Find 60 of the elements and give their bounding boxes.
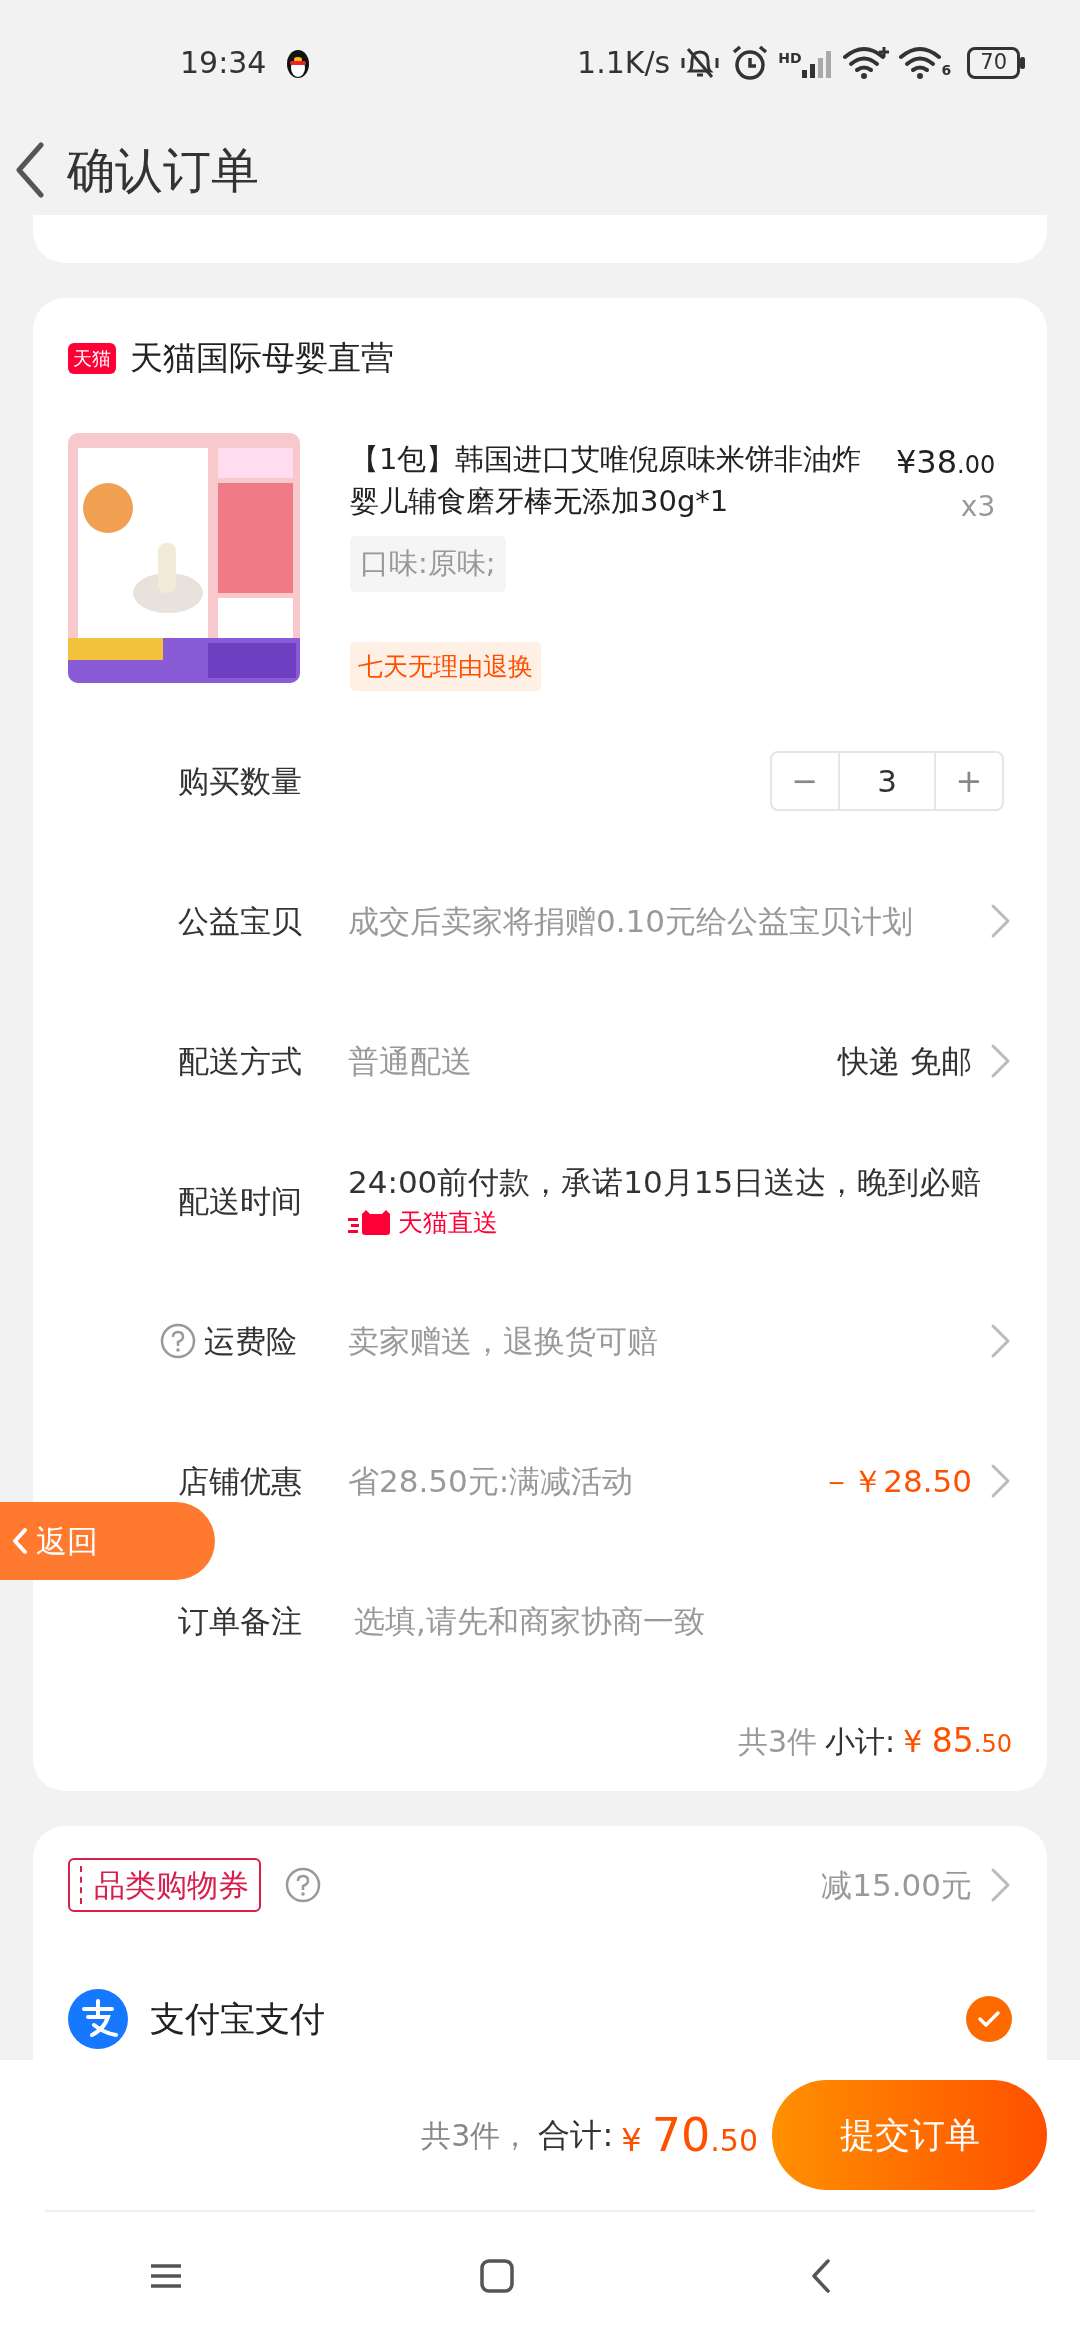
checked-icon[interactable] — [966, 1996, 1012, 2042]
row-value: 普通配送 — [348, 1042, 473, 1081]
row-label: 运费险 — [204, 1321, 297, 1361]
row-value: 成交后卖家将捐赠0.10元给公益宝贝计划 — [348, 902, 915, 941]
page-title: 确认订单 — [67, 141, 259, 200]
alipay-logo-icon — [68, 1989, 128, 2049]
submit-order-button[interactable]: 提交订单 — [772, 2080, 1047, 2190]
row-label: 公益宝贝 — [178, 901, 302, 941]
signal-label: HD — [778, 48, 802, 68]
item-count: 共3件， — [421, 2116, 531, 2155]
discount-amount: －￥28.50 — [821, 1461, 972, 1501]
chevron-right-icon[interactable] — [990, 1463, 1012, 1499]
service-tag: 七天无理由退换 — [350, 641, 541, 691]
chevron-right-icon[interactable] — [990, 903, 1012, 939]
quantity-value: 3 — [838, 753, 936, 809]
delivery-promise: 24:00前付款，承诺10月15日送达，晚到必赔 — [348, 1163, 982, 1203]
shop-name: 天猫国际母婴直营 — [130, 337, 394, 380]
total-label: 合计: — [538, 2115, 614, 2156]
minus-button[interactable]: − — [772, 753, 838, 809]
network-speed: 1.1K/s — [577, 44, 671, 82]
row-label: 订单备注 — [178, 1601, 302, 1641]
help-icon[interactable] — [285, 1867, 321, 1903]
note-field[interactable]: 选填,请先和商家协商一致 — [348, 1597, 1012, 1645]
row-value: 卖家赠送，退换货可赔 — [348, 1322, 659, 1361]
battery-tip-icon — [1020, 56, 1025, 69]
row-label: 配送时间 — [178, 1181, 302, 1221]
shipping-fee: 快递 免邮 — [838, 1041, 972, 1081]
wifi-icon — [897, 44, 942, 81]
row-value: 省28.50元:满减活动 — [348, 1462, 635, 1501]
product-title: 【1包】韩国进口艾唯倪原味米饼非油炸婴儿辅食磨牙棒无添加30g*1 — [350, 441, 863, 520]
cat-head-icon — [348, 1210, 392, 1236]
chevron-right-icon[interactable] — [990, 1323, 1012, 1359]
wifi-label: 6 — [941, 60, 952, 80]
chevron-right-icon[interactable] — [990, 1043, 1012, 1079]
shop-logo: 天猫 — [68, 342, 116, 374]
battery-indicator: 70 — [967, 46, 1020, 79]
subtotal-amount: ¥ 85.50 — [903, 1720, 1012, 1763]
chevron-right-icon[interactable] — [990, 1867, 1012, 1903]
spec-tag: 口味:原味; — [350, 536, 506, 592]
subtotal-label: 小计: — [825, 1722, 896, 1761]
payment-method: 支付宝支付 — [150, 1997, 326, 2041]
back-icon[interactable] — [811, 2258, 832, 2294]
total-amount: ¥ 70.50 — [621, 2106, 758, 2164]
back-icon[interactable] — [15, 142, 45, 198]
coupon-value: 减15.00元 — [821, 1866, 972, 1905]
floating-back-button[interactable]: 返回 — [0, 1502, 215, 1580]
product-quantity: x3 — [960, 489, 996, 525]
delivery-label: 天猫直送 — [398, 1207, 498, 1240]
row-label: 购买数量 — [178, 761, 302, 801]
chevron-left-icon — [12, 1527, 28, 1555]
help-icon[interactable] — [160, 1323, 196, 1359]
row-label: 配送方式 — [178, 1041, 302, 1081]
menu-icon[interactable] — [148, 2263, 183, 2289]
status-time: 19:34 — [180, 44, 267, 82]
coupon-tag: 品类购物券 — [68, 1857, 261, 1913]
home-icon[interactable] — [480, 2259, 514, 2293]
plus-button[interactable]: + — [936, 753, 1002, 809]
row-label: 店铺优惠 — [178, 1461, 302, 1501]
product-price: ¥38.00 — [896, 442, 996, 483]
item-count: 共3件 — [738, 1722, 818, 1761]
